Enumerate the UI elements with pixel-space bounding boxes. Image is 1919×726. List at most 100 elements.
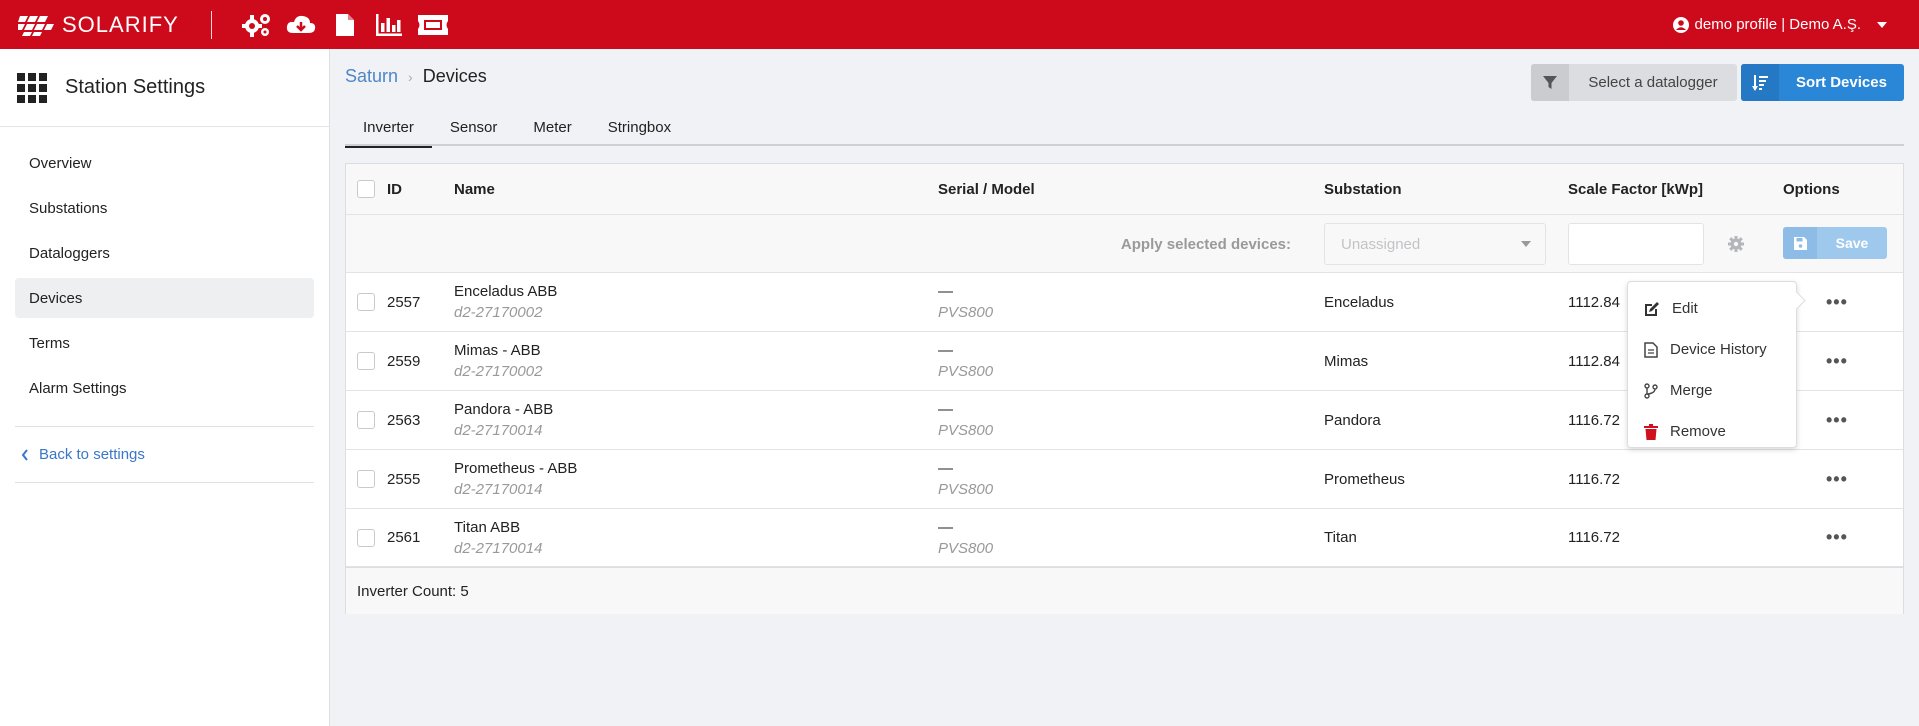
top-bar: SOLARIFY demo profile | Demo A.Ş. xyxy=(0,0,1919,49)
gears-icon[interactable] xyxy=(241,10,272,40)
column-header-scale-factor[interactable]: Scale Factor [kWp] xyxy=(1568,164,1703,214)
device-name: Titan ABB xyxy=(454,518,521,536)
file-icon[interactable] xyxy=(330,10,360,40)
caret-down-icon xyxy=(1877,21,1887,28)
apply-selected-row: Apply selected devices: Unassigned Save xyxy=(346,215,1903,273)
topbar-divider xyxy=(210,10,212,39)
logo[interactable]: SOLARIFY xyxy=(18,0,179,49)
device-serial: — xyxy=(938,401,953,418)
tab-label: Sensor xyxy=(449,118,498,136)
row-checkbox[interactable] xyxy=(357,470,375,488)
device-code: d2-27170002 xyxy=(454,304,543,321)
substation-select-value: Unassigned xyxy=(1341,235,1421,253)
menu-item-device-history[interactable]: Device History xyxy=(1628,329,1796,370)
column-header-serial[interactable]: Serial / Model xyxy=(938,164,1035,214)
device-id: 2561 xyxy=(387,529,421,546)
caret-down-icon xyxy=(1521,241,1531,247)
tab-label: Inverter xyxy=(363,118,414,136)
row-checkbox[interactable] xyxy=(357,352,375,370)
scale-factor-input[interactable] xyxy=(1568,223,1704,265)
substation-select[interactable]: Unassigned xyxy=(1324,223,1546,265)
sidebar-item-dataloggers[interactable]: Dataloggers xyxy=(15,233,314,273)
profile-label: demo profile | Demo A.Ş. xyxy=(1694,16,1861,33)
chart-icon[interactable] xyxy=(374,10,404,40)
column-header-options: Options xyxy=(1783,180,1840,198)
column-header-name[interactable]: Name xyxy=(454,164,495,214)
sidebar-item-label: Devices xyxy=(29,289,83,307)
sidebar-item-substations[interactable]: Substations xyxy=(15,188,314,228)
table-header: ID Name Serial / Model Substation Scale … xyxy=(346,164,1903,215)
tab-label: Meter xyxy=(533,118,572,136)
row-options-menu: Edit Device History Merge Remove xyxy=(1627,281,1797,448)
save-button[interactable]: Save xyxy=(1783,227,1887,259)
more-options-icon[interactable]: ••• xyxy=(1826,450,1848,508)
row-checkbox[interactable] xyxy=(357,293,375,311)
back-to-settings-link[interactable]: Back to settings xyxy=(15,427,314,483)
page-title: Devices xyxy=(422,66,487,86)
menu-item-label: Remove xyxy=(1670,423,1726,440)
inverter-count: Inverter Count: 5 xyxy=(357,582,469,600)
select-datalogger-label: Select a datalogger xyxy=(1588,74,1718,91)
device-substation: Pandora xyxy=(1324,411,1381,429)
tab-meter[interactable]: Meter xyxy=(515,108,589,146)
sidebar-item-label: Substations xyxy=(29,199,108,217)
breadcrumb-parent[interactable]: Saturn xyxy=(345,66,398,87)
profile-menu[interactable]: demo profile | Demo A.Ş. xyxy=(1672,0,1887,49)
row-checkbox[interactable] xyxy=(357,411,375,429)
sidebar-item-label: Terms xyxy=(29,334,70,352)
tab-inverter[interactable]: Inverter xyxy=(345,108,432,148)
device-scale-factor: 1116.72 xyxy=(1568,470,1620,488)
menu-item-remove[interactable]: Remove xyxy=(1628,411,1796,452)
menu-item-edit[interactable]: Edit xyxy=(1628,288,1796,329)
select-all-checkbox[interactable] xyxy=(357,180,375,198)
device-id: 2555 xyxy=(387,470,421,488)
floppy-disk-icon xyxy=(1783,227,1817,259)
device-substation: Enceladus xyxy=(1324,293,1395,311)
sort-devices-button[interactable]: Sort Devices xyxy=(1741,64,1904,101)
sidebar-title: Station Settings xyxy=(65,76,206,98)
sidebar-item-overview[interactable]: Overview xyxy=(15,143,314,183)
device-model: PVS800 xyxy=(938,539,994,557)
sidebar-item-devices[interactable]: Devices xyxy=(15,278,314,318)
column-header-id[interactable]: ID xyxy=(387,164,402,214)
more-options-icon[interactable]: ••• xyxy=(1826,332,1848,390)
menu-item-label: Merge xyxy=(1670,382,1713,399)
sidebar-item-terms[interactable]: Terms xyxy=(15,323,314,363)
gear-icon[interactable] xyxy=(1728,215,1744,273)
row-checkbox[interactable] xyxy=(357,528,375,547)
more-options-icon[interactable]: ••• xyxy=(1826,509,1848,566)
grid-icon[interactable] xyxy=(17,72,47,103)
table-row[interactable]: 2561 Titan ABB d2-27170014 — PVS800 Titan … xyxy=(346,509,1903,567)
cloud-download-icon[interactable] xyxy=(286,10,316,40)
sidebar-item-alarm-settings[interactable]: Alarm Settings xyxy=(15,368,314,408)
device-serial: — xyxy=(938,342,953,359)
sort-devices-label: Sort Devices xyxy=(1796,74,1887,91)
device-code: d2-27170002 xyxy=(454,363,543,380)
device-code: d2-27170014 xyxy=(454,422,543,439)
device-code: d2-27170014 xyxy=(454,539,543,557)
sidebar-item-label: Overview xyxy=(29,154,92,172)
ticket-icon[interactable] xyxy=(417,10,448,40)
select-datalogger-button[interactable]: Select a datalogger xyxy=(1531,64,1737,101)
tab-sensor[interactable]: Sensor xyxy=(432,108,516,146)
device-code: d2-27170014 xyxy=(454,481,543,498)
more-options-icon[interactable]: ••• xyxy=(1826,391,1848,449)
device-model: PVS800 xyxy=(938,363,994,380)
menu-item-merge[interactable]: Merge xyxy=(1628,370,1796,411)
column-header-substation[interactable]: Substation xyxy=(1324,164,1402,214)
file-text-icon xyxy=(1644,341,1658,358)
tab-stringbox[interactable]: Stringbox xyxy=(590,108,689,146)
device-name: Pandora - ABB xyxy=(454,401,554,418)
solar-panel-logo-icon xyxy=(18,15,54,36)
table-row[interactable]: 2555 Prometheus - ABB d2-27170014 — PVS800… xyxy=(346,450,1903,509)
sidebar-header: Station Settings xyxy=(0,49,329,127)
device-serial: — xyxy=(938,283,953,300)
trash-icon xyxy=(1644,423,1658,440)
device-scale-factor: 1116.72 xyxy=(1568,529,1620,546)
sidebar-item-label: Dataloggers xyxy=(29,244,110,262)
device-scale-factor: 1112.84 xyxy=(1568,293,1620,311)
device-name: Enceladus ABB xyxy=(454,283,558,300)
device-model: PVS800 xyxy=(938,422,994,439)
device-serial: — xyxy=(938,518,953,536)
more-options-icon[interactable]: ••• xyxy=(1826,273,1848,331)
